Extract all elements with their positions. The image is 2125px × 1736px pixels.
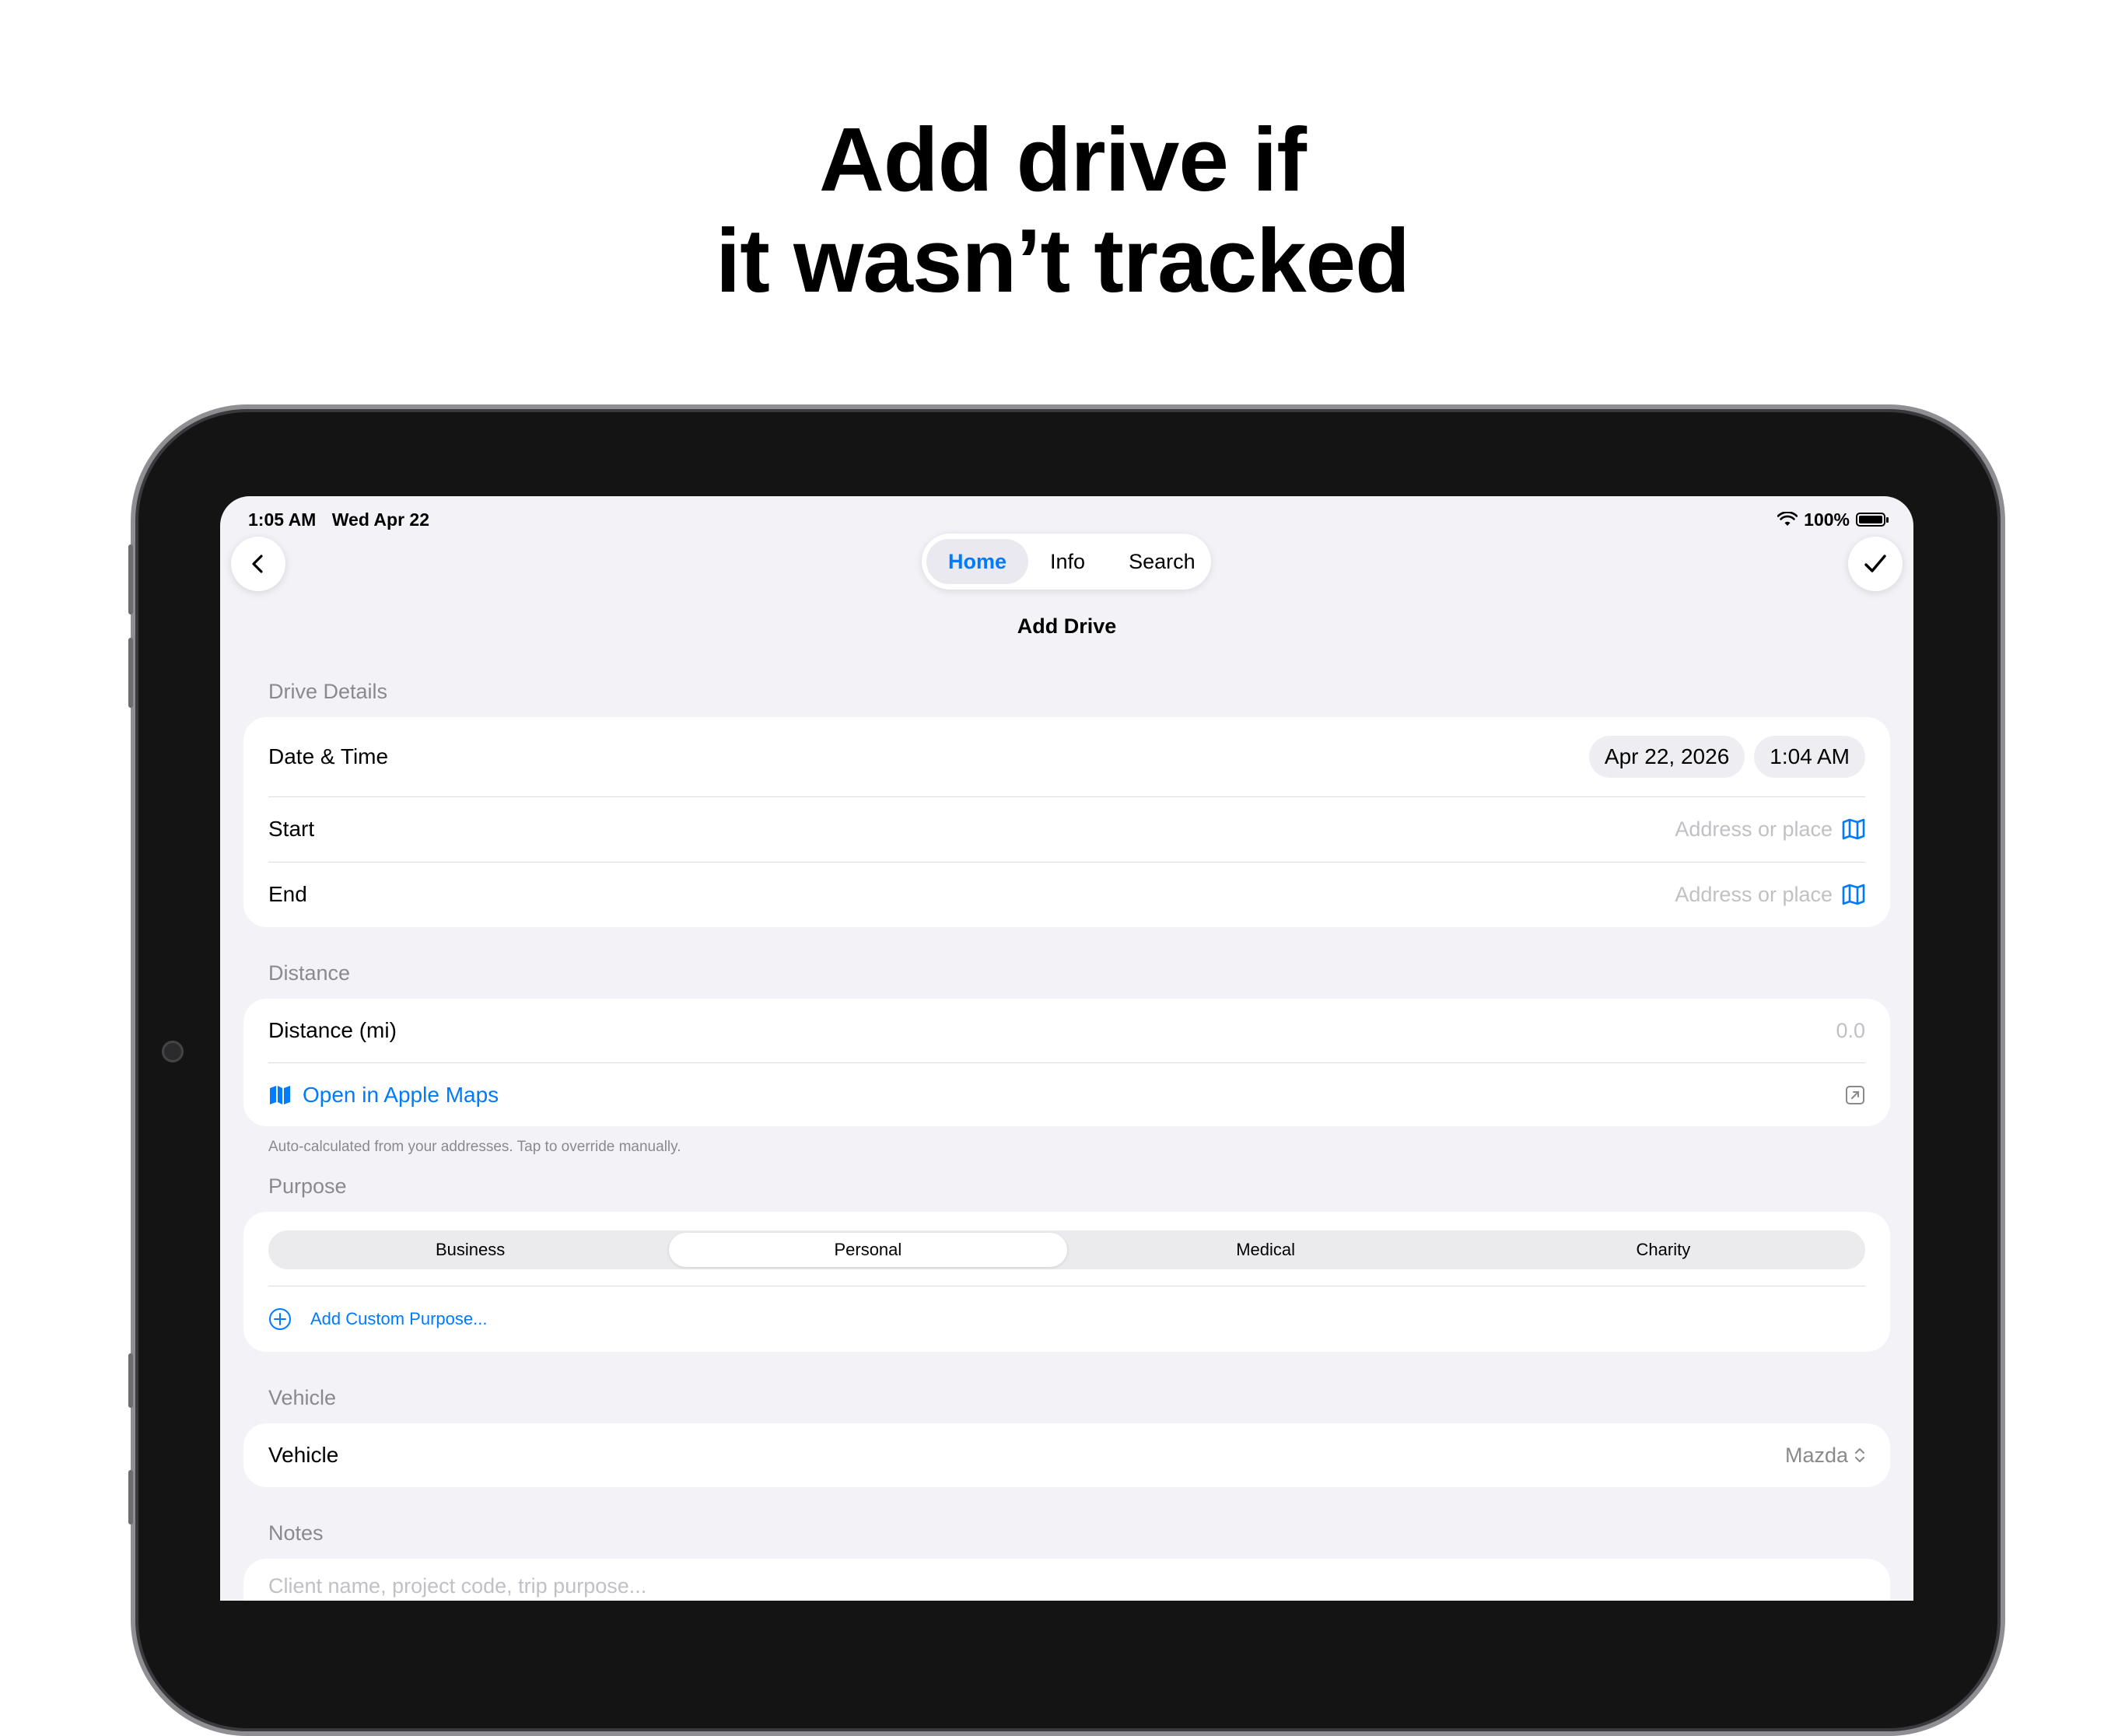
purpose-segmented-control: Business Personal Medical Charity [268,1230,1865,1269]
checkmark-icon [1864,555,1886,572]
section-header-notes: Notes [268,1521,324,1545]
map-icon[interactable] [1842,884,1865,905]
section-header-drive-details: Drive Details [268,680,388,703]
back-button[interactable] [231,537,285,591]
notes-input[interactable]: Client name, project code, trip purpose.… [268,1574,1865,1598]
volume-button-down [128,638,133,708]
wifi-icon [1777,512,1798,526]
side-button [128,1353,133,1408]
date-time-label: Date & Time [268,744,389,768]
end-row[interactable]: End Address or place [268,863,1865,926]
distance-label: Distance (mi) [268,1018,397,1042]
notes-card: Client name, project code, trip purpose.… [243,1559,1890,1601]
vehicle-value: Mazda [1784,1443,1848,1467]
status-date: Wed Apr 22 [331,509,429,530]
marketing-headline: Add drive if it wasn’t tracked [0,109,2125,311]
headline-line-2: it wasn’t tracked [716,210,1410,311]
start-row[interactable]: Start Address or place [268,797,1865,861]
app-screen: 1:05 AM Wed Apr 22 100% Home Info Search… [220,496,1913,1601]
status-bar-left: 1:05 AM Wed Apr 22 [248,504,440,535]
battery-icon [1856,513,1889,527]
end-label: End [268,882,307,906]
time-picker[interactable]: 1:04 AM [1754,736,1865,778]
end-address-input[interactable]: Address or place [1675,883,1833,907]
save-button[interactable] [1848,537,1903,591]
map-icon[interactable] [1842,818,1865,840]
external-link-icon [1846,1085,1864,1104]
distance-input[interactable]: 0.0 [1836,1019,1865,1043]
segment-business[interactable]: Business [271,1233,669,1267]
page-title: Add Drive [1017,614,1117,638]
add-custom-purpose-row[interactable]: Add Custom Purpose... [268,1286,1865,1352]
start-label: Start [268,817,315,841]
distance-card: Distance (mi) 0.0 Open in Apple Maps [243,999,1890,1126]
segment-charity[interactable]: Charity [1465,1233,1862,1267]
add-custom-purpose-button[interactable]: Add Custom Purpose... [310,1309,1865,1329]
open-in-maps-row[interactable]: Open in Apple Maps [268,1063,1865,1126]
tab-home[interactable]: Home [926,539,1029,584]
side-button-2 [128,1470,133,1524]
vehicle-picker[interactable]: Mazda [1785,1444,1865,1468]
notes-row[interactable]: Client name, project code, trip purpose.… [268,1566,1865,1601]
tab-bar: Home Info Search [922,534,1211,590]
vehicle-label: Vehicle [268,1443,339,1467]
chevron-up-down-icon [1855,1448,1864,1462]
volume-button-up [128,544,133,614]
headline-line-1: Add drive if [818,109,1307,210]
camera-dot [162,1041,184,1062]
vehicle-row[interactable]: Vehicle Mazda [268,1423,1865,1487]
distance-row[interactable]: Distance (mi) 0.0 [268,999,1865,1062]
battery-percent: 100% [1804,509,1850,530]
section-header-distance: Distance [268,961,351,985]
tab-search[interactable]: Search [1107,539,1217,584]
distance-footnote: Auto-calculated from your addresses. Tap… [268,1139,681,1155]
map-icon [270,1085,290,1104]
status-time: 1:05 AM [248,509,317,530]
date-picker[interactable]: Apr 22, 2026 [1588,736,1745,778]
segment-personal[interactable]: Personal [669,1233,1067,1267]
section-header-vehicle: Vehicle [268,1386,337,1409]
segment-medical[interactable]: Medical [1067,1233,1465,1267]
open-in-apple-maps-link[interactable]: Open in Apple Maps [303,1083,1845,1108]
purpose-card: Business Personal Medical Charity Add Cu… [243,1212,1890,1352]
chevron-left-icon [252,555,263,573]
section-header-purpose: Purpose [268,1174,347,1198]
plus-circle-icon [269,1308,291,1330]
vehicle-card: Vehicle Mazda [243,1423,1890,1487]
start-address-input[interactable]: Address or place [1675,817,1833,842]
drive-details-card: Date & Time Apr 22, 2026 1:04 AM Start A… [243,717,1890,927]
date-time-row: Date & Time Apr 22, 2026 1:04 AM [268,733,1865,781]
tab-info[interactable]: Info [1028,539,1107,584]
status-bar-right: 100% [1777,504,1889,535]
